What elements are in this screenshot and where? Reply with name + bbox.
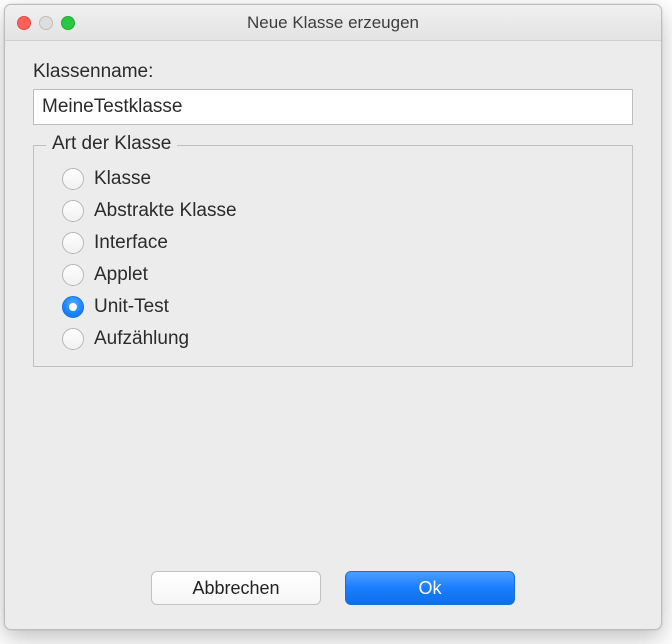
radio-abstrakte-klasse[interactable]: Abstrakte Klasse (62, 200, 610, 222)
classname-input[interactable] (33, 89, 633, 125)
window-title: Neue Klasse erzeugen (5, 13, 661, 33)
radio-label: Aufzählung (94, 328, 189, 350)
classname-label: Klassenname: (33, 61, 633, 83)
radio-label: Interface (94, 232, 168, 254)
button-row: Abbrechen Ok (33, 547, 633, 605)
radio-klasse[interactable]: Klasse (62, 168, 610, 190)
ok-button[interactable]: Ok (345, 571, 515, 605)
class-type-fieldset: Art der Klasse Klasse Abstrakte Klasse I… (33, 145, 633, 367)
radio-label: Abstrakte Klasse (94, 200, 237, 222)
radio-icon (62, 168, 84, 190)
radio-icon (62, 264, 84, 286)
traffic-lights (17, 16, 75, 30)
radio-icon (62, 232, 84, 254)
zoom-icon[interactable] (61, 16, 75, 30)
radio-list: Klasse Abstrakte Klasse Interface Applet (52, 160, 614, 352)
dialog-window: Neue Klasse erzeugen Klassenname: Art de… (4, 4, 662, 630)
radio-label: Applet (94, 264, 148, 286)
radio-unit-test[interactable]: Unit-Test (62, 296, 610, 318)
radio-applet[interactable]: Applet (62, 264, 610, 286)
radio-interface[interactable]: Interface (62, 232, 610, 254)
radio-icon (62, 328, 84, 350)
radio-label: Klasse (94, 168, 151, 190)
radio-label: Unit-Test (94, 296, 169, 318)
titlebar: Neue Klasse erzeugen (5, 5, 661, 41)
fieldset-legend: Art der Klasse (46, 133, 177, 155)
radio-icon (62, 296, 84, 318)
close-icon[interactable] (17, 16, 31, 30)
minimize-icon (39, 16, 53, 30)
radio-aufzaehlung[interactable]: Aufzählung (62, 328, 610, 350)
cancel-button[interactable]: Abbrechen (151, 571, 321, 605)
radio-icon (62, 200, 84, 222)
dialog-content: Klassenname: Art der Klasse Klasse Abstr… (5, 41, 661, 629)
